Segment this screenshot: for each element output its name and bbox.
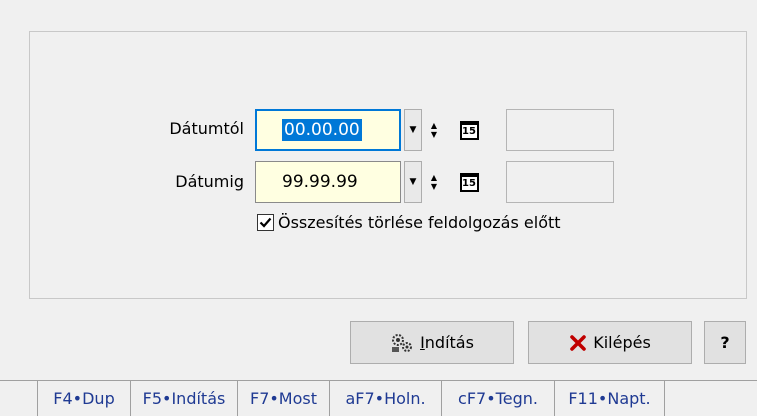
clear-summary-label: Összesítés törlése feldolgozás előtt bbox=[278, 213, 561, 232]
checkmark-icon bbox=[259, 217, 272, 228]
date-to-dropdown-button[interactable]: ▼ bbox=[404, 161, 422, 203]
start-button-label: Indítás bbox=[420, 333, 474, 352]
fkey-f5-start[interactable]: F5•Indítás bbox=[131, 381, 238, 416]
date-from-input[interactable]: 00.00.00 bbox=[255, 109, 401, 151]
clear-summary-checkbox-row[interactable]: Összesítés törlése feldolgozás előtt bbox=[257, 213, 561, 232]
function-key-bar: F4•Dup F5•Indítás F7•Most aF7•Holn. cF7•… bbox=[37, 381, 665, 416]
start-button[interactable]: Indítás bbox=[350, 321, 514, 364]
fkey-cf7-yesterday[interactable]: cF7•Tegn. bbox=[442, 381, 555, 416]
spin-down-icon: ▼ bbox=[430, 182, 438, 191]
date-to-spinner[interactable]: ▲ ▼ bbox=[425, 161, 443, 203]
help-button-label: ? bbox=[720, 333, 730, 352]
spin-down-icon: ▼ bbox=[430, 130, 438, 139]
exit-button[interactable]: Kilépés bbox=[528, 321, 692, 364]
fkey-f11-calendar[interactable]: F11•Napt. bbox=[555, 381, 665, 416]
date-from-calendar-button[interactable]: 15 bbox=[456, 109, 482, 151]
date-to-value: 99.99.99 bbox=[282, 172, 358, 192]
calendar-icon: 15 bbox=[459, 120, 479, 140]
gears-icon bbox=[392, 333, 413, 352]
date-to-extra-field bbox=[506, 161, 614, 203]
close-x-icon bbox=[570, 334, 587, 351]
spin-up-icon: ▲ bbox=[430, 173, 438, 182]
date-from-spinner[interactable]: ▲ ▼ bbox=[425, 109, 443, 151]
calendar-icon: 15 bbox=[459, 172, 479, 192]
spin-up-icon: ▲ bbox=[430, 121, 438, 130]
fkey-f4-dup[interactable]: F4•Dup bbox=[38, 381, 131, 416]
date-from-label: Dátumtól bbox=[169, 119, 244, 138]
date-from-extra-field bbox=[506, 109, 614, 151]
fkey-af7-tomorrow[interactable]: aF7•Holn. bbox=[330, 381, 442, 416]
date-to-label: Dátumig bbox=[175, 172, 244, 191]
chevron-down-icon: ▼ bbox=[409, 125, 417, 135]
fkey-f7-now[interactable]: F7•Most bbox=[238, 381, 330, 416]
chevron-down-icon: ▼ bbox=[409, 177, 417, 187]
date-to-calendar-button[interactable]: 15 bbox=[456, 161, 482, 203]
clear-summary-checkbox[interactable] bbox=[257, 214, 274, 231]
date-from-value: 00.00.00 bbox=[282, 119, 362, 141]
date-to-input[interactable]: 99.99.99 bbox=[255, 161, 401, 203]
date-from-dropdown-button[interactable]: ▼ bbox=[404, 109, 422, 151]
help-button[interactable]: ? bbox=[704, 321, 746, 364]
exit-button-label: Kilépés bbox=[593, 333, 651, 352]
